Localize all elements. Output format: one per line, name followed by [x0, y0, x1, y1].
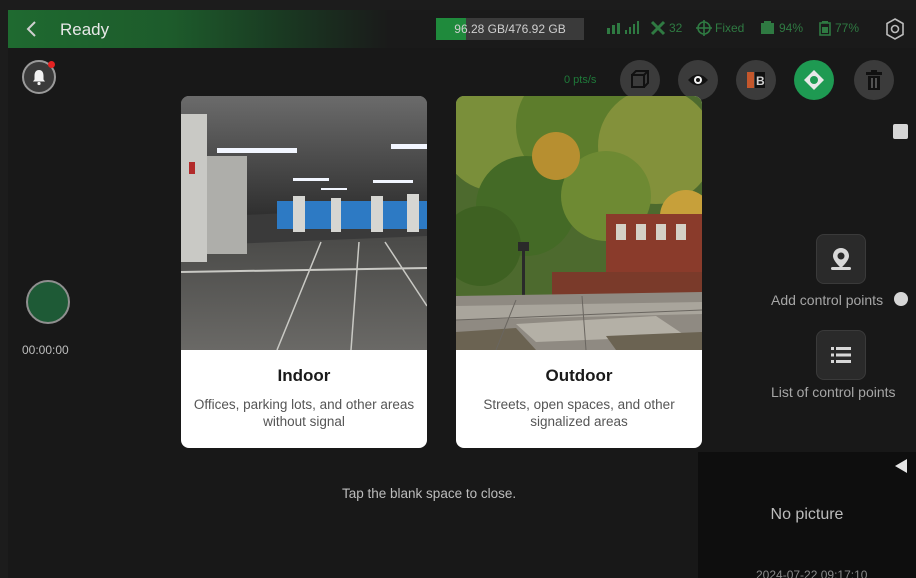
map-pin-icon — [831, 248, 851, 270]
list-control-points-label[interactable]: List of control points — [771, 384, 896, 400]
indoor-title: Indoor — [277, 366, 331, 385]
satellite-icon — [650, 20, 666, 36]
fix-status-text: Fixed — [715, 21, 745, 35]
fix-status: Fixed — [696, 20, 744, 36]
battery-1-status: 94% — [760, 20, 803, 36]
outdoor-option-card[interactable]: Outdoor Streets, open spaces, and other … — [456, 96, 702, 448]
point-rate: 0 pts/s — [564, 74, 597, 86]
control-points-list-button[interactable] — [816, 330, 866, 380]
battery-2-status: 77% — [818, 20, 859, 36]
satellite-status: 32 — [650, 20, 682, 36]
trash-icon — [866, 70, 882, 90]
camera-mode-icon: B — [747, 72, 765, 88]
notifications-button[interactable] — [22, 60, 56, 94]
preview-button[interactable] — [678, 60, 718, 100]
panel-toggle-square[interactable] — [893, 124, 908, 139]
gear-icon[interactable] — [884, 18, 906, 40]
back-chevron-icon[interactable] — [22, 19, 42, 39]
picture-preview-panel: No picture 2024-07-22 09:17:10 — [698, 452, 916, 578]
top-bar: Ready 96.28 GB/476.92 GB 32 Fixed 94% 77… — [8, 10, 916, 48]
cube-view-icon — [631, 70, 649, 88]
delete-button[interactable] — [854, 60, 894, 100]
no-picture-text: No picture — [770, 506, 844, 523]
indoor-description: Offices, parking lots, and other areas w… — [193, 397, 415, 429]
battery-1-level: 94% — [779, 21, 804, 35]
location-mode-button[interactable] — [794, 60, 834, 100]
list-icon — [831, 347, 851, 363]
bell-icon — [33, 70, 45, 86]
indoor-parking-image — [181, 96, 427, 350]
collapse-arrow-icon[interactable] — [894, 458, 908, 474]
add-control-points-label[interactable]: Add control points — [771, 292, 883, 308]
network-signal-icon — [607, 21, 639, 34]
storage-text: 96.28 GB/476.92 GB — [454, 22, 566, 36]
view-3d-button[interactable] — [620, 60, 660, 100]
picture-timestamp: 2024-07-22 09:17:10 — [756, 568, 868, 578]
gnss-fix-icon — [696, 20, 712, 36]
add-control-point-button[interactable] — [816, 234, 866, 284]
drag-handle-dot[interactable] — [894, 292, 908, 306]
eye-icon — [688, 74, 708, 86]
outdoor-description: Streets, open spaces, and other signaliz… — [483, 397, 675, 429]
battery-icon — [819, 21, 831, 36]
battery-icon — [761, 21, 774, 34]
status-title: Ready — [60, 20, 110, 39]
outdoor-campus-image — [456, 96, 702, 350]
outdoor-title: Outdoor — [545, 366, 613, 385]
camera-mode-button[interactable]: B — [736, 60, 776, 100]
notification-dot — [48, 61, 55, 68]
signal-status — [606, 20, 640, 36]
close-hint: Tap the blank space to close. — [342, 486, 517, 501]
storage-indicator: 96.28 GB/476.92 GB — [436, 18, 584, 40]
battery-2-level: 77% — [835, 21, 860, 35]
record-timer: 00:00:00 — [22, 343, 69, 357]
satellite-count: 32 — [669, 21, 683, 35]
record-button[interactable] — [26, 280, 70, 324]
target-icon — [804, 70, 824, 90]
indoor-option-card[interactable]: Indoor Offices, parking lots, and other … — [181, 96, 427, 448]
app-frame: Ready 96.28 GB/476.92 GB 32 Fixed 94% 77… — [8, 10, 916, 578]
svg-text:B: B — [756, 74, 765, 88]
